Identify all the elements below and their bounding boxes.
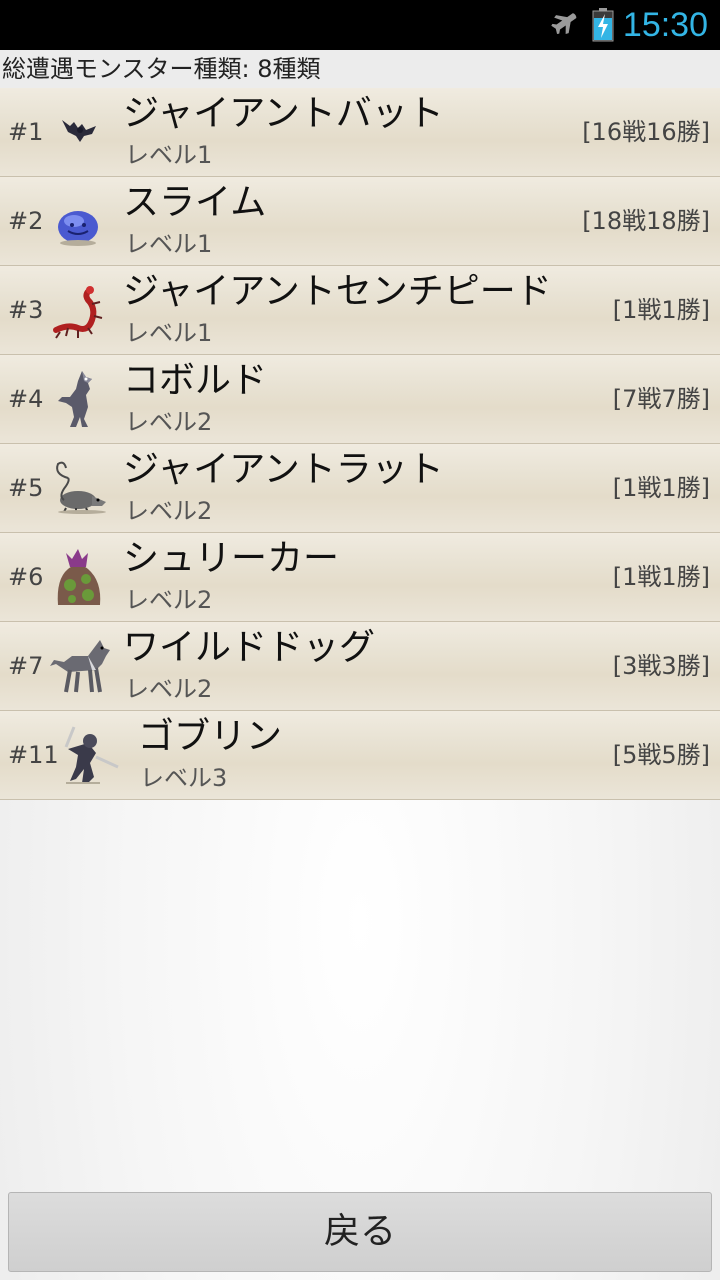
kobold-sprite (58, 371, 92, 427)
battle-record: [16戦16勝] (582, 118, 710, 146)
rat-sprite (56, 461, 106, 514)
battle-record: [5戦5勝] (612, 741, 710, 769)
battle-record: [1戦1勝] (612, 296, 710, 324)
bat-sprite (62, 120, 96, 142)
monster-number: #5 (8, 474, 44, 502)
monster-row[interactable]: #3 ジャイアントセンチピード レベル1 [1戦1勝] (0, 266, 720, 355)
monster-name: ジャイアントラット (123, 449, 444, 490)
monster-level: レベル2 (125, 675, 213, 703)
monster-name: スライム (123, 182, 267, 223)
monster-level: レベル1 (125, 319, 213, 347)
shrieker-sprite (57, 549, 101, 605)
centipede-sprite (53, 286, 103, 339)
battle-record: [18戦18勝] (582, 207, 710, 235)
monster-level: レベル1 (125, 230, 213, 258)
monster-number: #1 (8, 118, 44, 146)
monster-level: レベル2 (125, 497, 213, 525)
monster-row[interactable]: #4 コボルド レベル2 [7戦7勝] (0, 355, 720, 444)
monster-level: レベル2 (125, 408, 213, 436)
monster-list: #1 ジャイアントバット レベル1 [16戦16勝] #2 スライム レベル1 … (0, 88, 720, 800)
monster-level: レベル2 (125, 586, 213, 614)
monster-number: #3 (8, 296, 44, 324)
monster-number: #4 (8, 385, 44, 413)
monster-row[interactable]: #2 スライム レベル1 [18戦18勝] (0, 177, 720, 266)
slime-sprite (58, 211, 98, 246)
monster-row[interactable]: #7 ワイルドドッグ レベル2 [3戦3勝] (0, 622, 720, 711)
battle-record: [7戦7勝] (612, 385, 710, 413)
monster-number: #11 (8, 741, 59, 769)
back-button[interactable]: 戻る (8, 1192, 712, 1272)
battle-record: [1戦1勝] (612, 474, 710, 502)
monster-number: #2 (8, 207, 44, 235)
status-clock: 15:30 (622, 6, 708, 44)
monster-name: ゴブリン (138, 716, 283, 757)
monster-level: レベル1 (125, 141, 213, 169)
battle-record: [3戦3勝] (612, 652, 710, 680)
battle-record: [1戦1勝] (612, 563, 710, 591)
encounter-summary: 総遭遇モンスター種類: 8種類 (0, 50, 720, 88)
monster-name: ジャイアントバット (123, 93, 444, 134)
status-bar: 15:30 (0, 0, 720, 50)
monster-row[interactable]: #6 シュリーカー レベル2 [1戦1勝] (0, 533, 720, 622)
monster-number: #7 (8, 652, 44, 680)
battery-charging-icon (592, 8, 614, 42)
monster-name: コボルド (123, 360, 268, 401)
monster-level: レベル3 (140, 764, 228, 792)
monster-name: ワイルドドッグ (123, 627, 376, 668)
monster-row[interactable]: #11 ゴブリン レベル3 [5戦5勝] (0, 711, 720, 800)
goblin-sprite (64, 726, 119, 784)
monster-name: ジャイアントセンチピード (123, 271, 552, 312)
monster-name: シュリーカー (123, 538, 340, 579)
monster-row[interactable]: #5 ジャイアントラット レベル2 [1戦1勝] (0, 444, 720, 533)
monster-number: #6 (8, 563, 44, 591)
wild-dog-sprite (50, 640, 110, 693)
monster-row[interactable]: #1 ジャイアントバット レベル1 [16戦16勝] (0, 88, 720, 177)
airplane-mode-icon (551, 13, 577, 35)
